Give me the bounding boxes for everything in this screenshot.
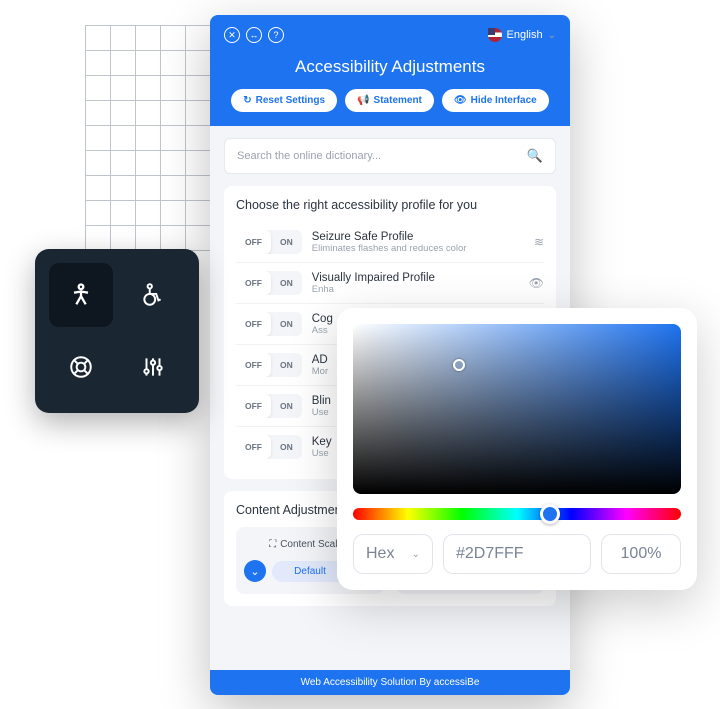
toggle-visual[interactable]: OFFON: [236, 271, 302, 295]
help-icon[interactable]: ?: [268, 27, 284, 43]
wave-icon: ≋: [534, 235, 544, 249]
eye-off-icon: 👁: [454, 95, 467, 106]
footer-credit: Web Accessibility Solution By accessiBe: [210, 670, 570, 695]
flag-icon: [488, 28, 502, 42]
language-label: English: [507, 29, 543, 41]
chevron-down-icon: ⌄: [548, 30, 556, 41]
decrease-button[interactable]: ⌄: [244, 560, 266, 582]
toggle-cognitive[interactable]: OFFON: [236, 312, 302, 336]
close-icon[interactable]: ✕: [224, 27, 240, 43]
search-icon[interactable]: 🔍: [527, 148, 543, 164]
search-box: 🔍: [224, 138, 556, 174]
statement-button[interactable]: 📢Statement: [345, 89, 434, 112]
hide-interface-button[interactable]: 👁Hide Interface: [442, 89, 549, 112]
lifebuoy-icon[interactable]: [49, 335, 113, 399]
toggle-seizure[interactable]: OFFON: [236, 230, 302, 254]
megaphone-icon: 📢: [357, 95, 369, 106]
profiles-heading: Choose the right accessibility profile f…: [236, 198, 544, 212]
chevron-down-icon: ⌄: [412, 549, 420, 560]
toggle-keyboard[interactable]: OFFON: [236, 435, 302, 459]
opacity-field[interactable]: 100%: [601, 534, 681, 574]
hex-value-field[interactable]: #2D7FFF: [443, 534, 591, 574]
hue-slider[interactable]: [353, 508, 681, 520]
search-input[interactable]: [237, 150, 527, 162]
reset-icon: ↻: [243, 95, 251, 106]
eye-icon: 👁: [529, 276, 544, 290]
search-wrap: 🔍: [210, 126, 570, 174]
person-icon[interactable]: [49, 263, 113, 327]
toggle-blind[interactable]: OFFON: [236, 394, 302, 418]
reset-settings-button[interactable]: ↻Reset Settings: [231, 89, 337, 112]
color-picker: Hex ⌄ #2D7FFF 100%: [337, 308, 697, 590]
widget-header: ✕ ↔ ? English ⌄ Accessibility Adjustment…: [210, 15, 570, 126]
profile-row-seizure: OFFON Seizure Safe ProfileEliminates fla…: [236, 222, 544, 262]
header-controls: ✕ ↔ ?: [224, 27, 284, 43]
language-selector[interactable]: English ⌄: [488, 28, 556, 42]
format-select[interactable]: Hex ⌄: [353, 534, 433, 574]
sliders-icon[interactable]: [121, 335, 185, 399]
scaling-icon: ⛶: [269, 539, 276, 550]
saturation-value-area[interactable]: [353, 324, 681, 494]
wheelchair-icon[interactable]: [121, 263, 185, 327]
sv-cursor[interactable]: [453, 359, 465, 371]
profile-row-visual: OFFON Visually Impaired ProfileEnha 👁: [236, 262, 544, 303]
accessibility-icon-panel: [35, 249, 199, 413]
widget-title: Accessibility Adjustments: [224, 57, 556, 77]
resize-icon[interactable]: ↔: [246, 27, 262, 43]
hue-cursor[interactable]: [540, 504, 560, 524]
toggle-adhd[interactable]: OFFON: [236, 353, 302, 377]
